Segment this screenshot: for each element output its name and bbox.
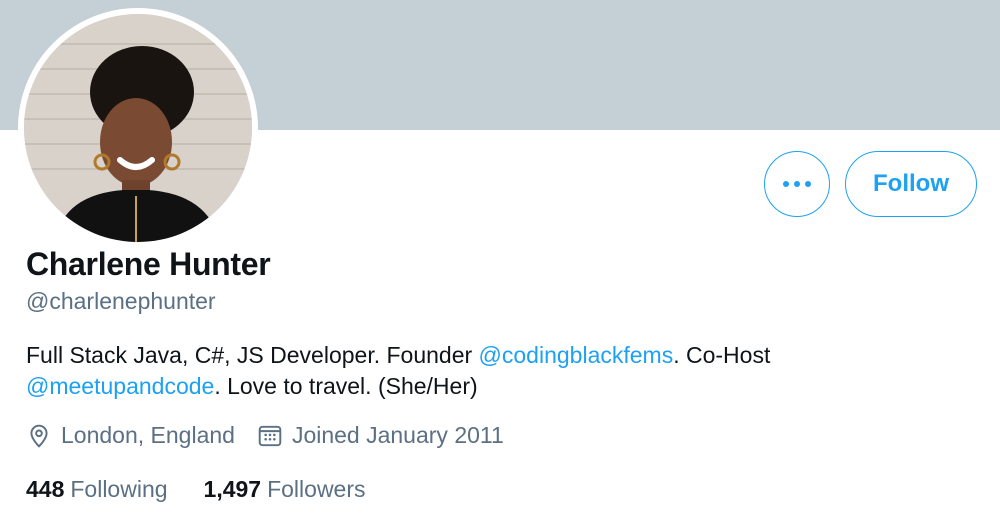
profile-stats: 448 Following 1,497 Followers (26, 476, 402, 503)
profile-bio: Full Stack Java, C#, JS Developer. Found… (26, 340, 966, 402)
avatar-image (24, 14, 252, 242)
joined-item: Joined January 2011 (257, 422, 504, 449)
profile-name: Charlene Hunter (26, 246, 271, 282)
followers-count: 1,497 (203, 476, 262, 502)
calendar-icon (258, 425, 282, 446)
more-dots-icon (783, 181, 811, 187)
bio-text: Full Stack Java, C#, JS Developer. Found… (26, 342, 479, 368)
location-pin-icon (30, 424, 48, 448)
joined-text: Joined January 2011 (291, 422, 504, 448)
following-count: 448 (26, 476, 65, 502)
mention-link-codingblackfems[interactable]: @codingblackfems (479, 342, 674, 368)
bio-text: . Love to travel. (She/Her) (214, 373, 478, 399)
profile-meta: London, England Joined January 2011 (26, 422, 526, 449)
profile-handle: @charlenephunter (26, 288, 216, 314)
mention-link-meetupandcode[interactable]: @meetupandcode (26, 373, 214, 399)
following-link[interactable]: 448 Following (26, 476, 168, 503)
following-label: Following (70, 476, 168, 502)
location-text: London, England (61, 422, 235, 448)
follow-button[interactable]: Follow (845, 151, 977, 217)
location-item: London, England (26, 422, 235, 449)
avatar[interactable] (18, 8, 258, 248)
bio-text: . Co-Host (673, 342, 771, 368)
more-options-button[interactable] (764, 151, 830, 217)
avatar-photo[interactable] (24, 14, 252, 242)
followers-link[interactable]: 1,497 Followers (204, 476, 366, 503)
followers-label: Followers (267, 476, 366, 502)
